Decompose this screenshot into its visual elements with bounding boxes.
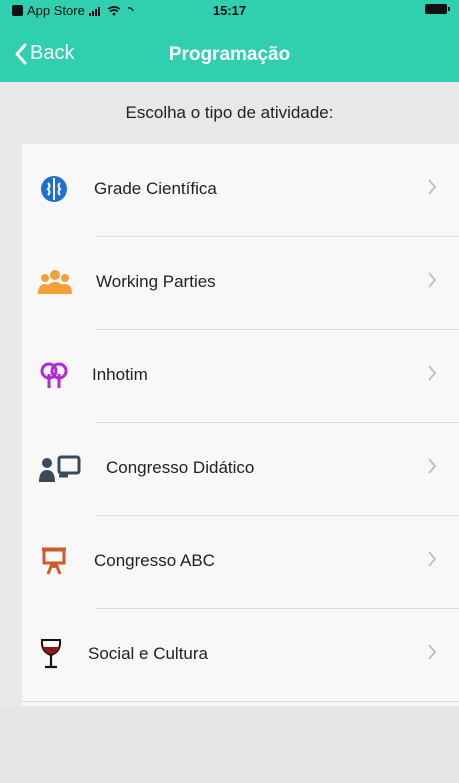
divider: [22, 701, 459, 702]
chevron-right-icon: [428, 644, 437, 660]
chevron-right-icon: [428, 458, 437, 474]
activity-list: Grade Científica Working Parties Inhotim…: [22, 144, 459, 706]
status-right: [425, 4, 450, 14]
group-icon: [38, 265, 72, 299]
list-item-label: Congresso Didático: [106, 458, 255, 477]
easel-icon: [37, 544, 71, 578]
list-item-social-e-cultura[interactable]: Social e Cultura: [22, 609, 459, 702]
list-item-congresso-didatico[interactable]: Congresso Didático: [22, 423, 459, 516]
list-item-label: Grade Científica: [94, 179, 217, 198]
page-title: Programação: [168, 44, 291, 65]
list-item-working-parties[interactable]: Working Parties: [22, 237, 459, 330]
wine-glass-icon: [34, 637, 68, 671]
chevron-right-icon: [428, 551, 437, 567]
list-item-label: Inhotim: [92, 365, 148, 384]
list-item-label: Social e Cultura: [88, 644, 209, 663]
nav-bar: Back Programação: [0, 30, 459, 82]
chevron-right-icon: [428, 272, 437, 288]
battery-icon: [425, 4, 450, 14]
list-item-label: Working Parties: [96, 272, 216, 291]
activity-prompt: Escolha o tipo de atividade:: [0, 82, 459, 144]
empty-footer-area: [0, 706, 459, 783]
list-item-inhotim[interactable]: Inhotim: [22, 330, 459, 423]
status-bar: App Store 15:17: [0, 0, 459, 22]
chevron-right-icon: [428, 365, 437, 381]
chevron-right-icon: [428, 179, 437, 195]
list-item-label: Congresso ABC: [94, 551, 215, 570]
list-item-congresso-abc[interactable]: Congresso ABC: [22, 516, 459, 609]
status-time: 15:17: [212, 3, 247, 18]
teacher-icon: [38, 451, 84, 485]
list-item-grade-cientifica[interactable]: Grade Científica: [22, 144, 459, 237]
brain-icon: [37, 172, 71, 206]
trees-icon: [37, 358, 71, 392]
